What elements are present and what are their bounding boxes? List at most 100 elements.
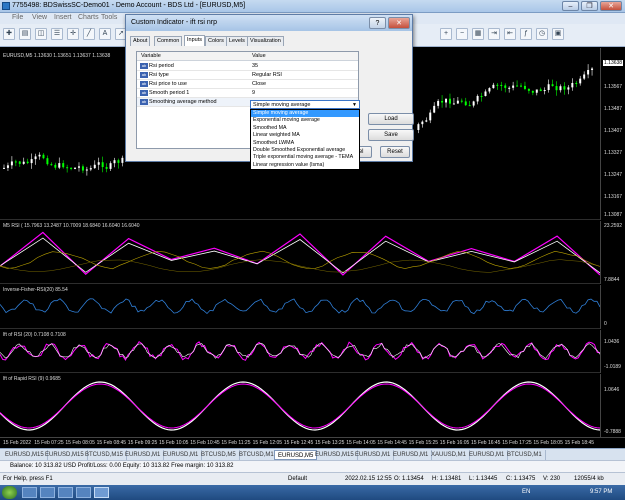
input-row[interactable]: ab Rsi period 35	[137, 62, 358, 71]
menu-charts[interactable]: Charts	[78, 14, 99, 21]
dropdown-option[interactable]: Linear regression value (lsma)	[251, 162, 359, 169]
menu-view[interactable]: View	[32, 14, 47, 21]
dropdown-option[interactable]: Triple exponential moving average - TEMA	[251, 154, 359, 161]
tab-common[interactable]: Common	[154, 36, 183, 46]
time-tick: 15 Feb 12:45	[283, 440, 314, 446]
help-button[interactable]: ?	[369, 17, 386, 29]
indicators-icon[interactable]: ƒ	[520, 28, 532, 40]
time-tick: 15 Feb 17:25	[502, 440, 532, 446]
profiles-icon[interactable]: ▤	[19, 28, 31, 40]
new-chart-icon[interactable]: ✚	[3, 28, 15, 40]
templates-icon[interactable]: ▣	[552, 28, 564, 40]
column-variable: Variable	[141, 53, 161, 59]
line-tool-icon[interactable]: ╱	[83, 28, 95, 40]
tab-visualization[interactable]: Visualization	[247, 36, 284, 46]
parameter-icon: ab	[140, 63, 148, 69]
chart-tab[interactable]: EURUSD,M15	[312, 450, 358, 460]
chart-tab[interactable]: EURUSD,M1	[466, 450, 509, 460]
tab-inputs[interactable]: Inputs	[184, 35, 205, 46]
time-tick: 15 Feb 2022	[3, 440, 32, 446]
parameter-icon: ab	[140, 99, 148, 105]
save-button[interactable]: Save	[368, 129, 414, 141]
chart-shift-icon[interactable]: ⇤	[504, 28, 516, 40]
menu-file[interactable]: File	[12, 14, 23, 21]
chart-tab[interactable]: EURUSD,M5	[274, 450, 318, 460]
zoom-out-icon[interactable]: −	[456, 28, 468, 40]
text-tool-icon[interactable]: A	[99, 28, 111, 40]
menu-insert[interactable]: Insert	[54, 14, 72, 21]
input-value[interactable]: 9	[252, 90, 255, 96]
rsi-scale[interactable]: 23.2592 7.8844	[600, 221, 625, 284]
dropdown-option[interactable]: Double Smoothed Exponential average	[251, 147, 359, 154]
chart-tab[interactable]: EURUSD,M1	[390, 450, 433, 460]
parameter-icon: ab	[140, 81, 148, 87]
chart-tab[interactable]: EURUSD,M1	[122, 450, 165, 460]
auto-scroll-icon[interactable]: ⇥	[488, 28, 500, 40]
chart-tab[interactable]: EURUSD,M1	[160, 450, 203, 460]
start-button[interactable]	[2, 486, 17, 499]
navigator-icon[interactable]: ☰	[51, 28, 63, 40]
chart-tab[interactable]: XAUUSD,M1	[428, 450, 471, 460]
close-button[interactable]: ✕	[600, 1, 622, 11]
time-axis[interactable]: 15 Feb 2022 15 Feb 07:25 15 Feb 08:05 15 Fe…	[0, 437, 625, 448]
current-price-label: 1.13638	[603, 60, 624, 66]
input-value[interactable]: Close	[252, 81, 266, 87]
periods-icon[interactable]: ◷	[536, 28, 548, 40]
time-tick: 15 Feb 14:45	[377, 440, 407, 446]
language-indicator[interactable]: EN	[522, 489, 530, 495]
chart-tab[interactable]: BTCUSD,M5	[198, 450, 240, 460]
tab-about[interactable]: About	[130, 36, 151, 46]
chart-tab[interactable]: BTCUSD,M15	[82, 450, 128, 460]
tab-colors[interactable]: Colors	[205, 36, 227, 46]
dropdown-option[interactable]: Linear weighted MA	[251, 132, 359, 139]
dropdown-option[interactable]: Exponential moving average	[251, 117, 359, 124]
scale-tick: 7.8844	[604, 277, 620, 283]
taskbar-app-icon[interactable]	[40, 487, 55, 498]
time-tick: 15 Feb 15:25	[408, 440, 439, 446]
dialog-close-button[interactable]: ✕	[388, 17, 410, 29]
chart-tab[interactable]: EURUSD,M15	[42, 450, 88, 460]
crosshair-icon[interactable]: ✛	[67, 28, 79, 40]
taskbar-app-icon[interactable]	[22, 487, 37, 498]
chart-tabs: EURUSD,M15 EURUSD,M15 BTCUSD,M15 EURUSD,M1 E…	[0, 448, 625, 460]
tab-levels[interactable]: Levels	[226, 36, 248, 46]
input-value[interactable]: Regular RSI	[252, 72, 282, 78]
dropdown-option[interactable]: Smoothed LWMA	[251, 140, 359, 147]
price-scale[interactable]: 1.13638 1.13567 1.13487 1.13407 1.13327 …	[600, 48, 625, 220]
reset-button[interactable]: Reset	[380, 146, 410, 158]
smoothing-method-dropdown: Simple moving average Exponential moving…	[250, 109, 360, 170]
chart-tab[interactable]: BTCUSD,M1	[504, 450, 546, 460]
chart-tab[interactable]: BTCUSD,M1	[236, 450, 278, 460]
zoom-in-icon[interactable]: +	[440, 28, 452, 40]
ift-rapid-rsi-panel: lft of Rapid RSI (9) 0.9685	[0, 374, 600, 437]
inverse-fisher-scale[interactable]: 0	[600, 285, 625, 329]
taskbar-app-icon[interactable]	[58, 487, 73, 498]
ift-rapid-rsi-scale[interactable]: 1.0646 -0.7888	[600, 374, 625, 437]
dialog-title: Custom Indicator - ift rsi nrp	[131, 19, 217, 26]
maximize-button[interactable]: ❐	[581, 1, 598, 11]
market-watch-icon[interactable]: ◫	[35, 28, 47, 40]
time-tick: 15 Feb 12:05	[252, 440, 283, 446]
chart-tab[interactable]: EURUSD,M1	[352, 450, 395, 460]
input-row[interactable]: ab Rsi type Regular RSI	[137, 71, 358, 80]
taskbar-app-icon[interactable]	[94, 487, 109, 498]
input-value[interactable]: 35	[252, 63, 258, 69]
input-row[interactable]: ab Rsi price to use Close	[137, 80, 358, 89]
dropdown-option[interactable]: Simple moving average	[251, 110, 359, 118]
chevron-down-icon[interactable]: ▼	[352, 101, 357, 109]
load-button[interactable]: Load	[368, 113, 414, 125]
minimize-button[interactable]: –	[562, 1, 579, 11]
ift-rsi-scale[interactable]: 1.0436 -1.0189	[600, 330, 625, 373]
time-tick: 15 Feb 07:25	[34, 440, 64, 446]
dialog-titlebar[interactable]: Custom Indicator - ift rsi nrp ? ✕	[126, 15, 412, 31]
tile-windows-icon[interactable]: ▦	[472, 28, 484, 40]
smoothing-method-select[interactable]: Simple moving average ▼	[250, 100, 360, 109]
rsi-panel: M5 RSI ( 15.7963 13.2487 10.7009 18.6840…	[0, 221, 600, 284]
chart-tab[interactable]: EURUSD,M15	[2, 450, 48, 460]
input-row[interactable]: ab Smooth period 1 9	[137, 89, 358, 98]
dropdown-option[interactable]: Smoothed MA	[251, 125, 359, 132]
menu-tools[interactable]: Tools	[101, 14, 117, 21]
price-tick: 1.13327	[604, 150, 623, 156]
status-open: O: 1.13454	[394, 476, 424, 482]
taskbar-app-icon[interactable]	[76, 487, 91, 498]
